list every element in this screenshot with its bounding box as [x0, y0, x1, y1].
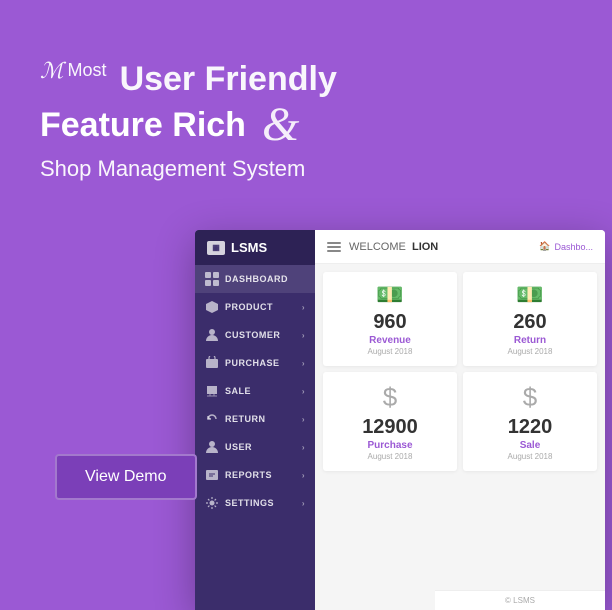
- dashboard-mockup: ▦ LSMS DASHBOARD PRODUCT ›: [195, 230, 605, 610]
- stat-card-return: 💵 260 Return August 2018: [463, 272, 597, 366]
- sidebar-user-label: USER: [225, 442, 252, 452]
- sidebar-item-user[interactable]: USER ›: [195, 433, 315, 461]
- purchase-chevron: ›: [302, 359, 305, 368]
- sidebar-item-return[interactable]: RETURN ›: [195, 405, 315, 433]
- revenue-label: Revenue: [369, 335, 411, 346]
- main-content: WELCOME LION 🏠 Dashbo... 💵 960 Revenue A…: [315, 230, 605, 610]
- purchase-icon: $: [383, 382, 397, 413]
- sidebar-settings-label: SETTINGS: [225, 498, 274, 508]
- hero-line2: Feature Rich &: [40, 99, 337, 152]
- sidebar-customer-label: CUSTOMER: [225, 330, 280, 340]
- return-date: August 2018: [508, 347, 553, 356]
- sidebar-item-dashboard[interactable]: DASHBOARD: [195, 265, 315, 293]
- hero-subtitle: Shop Management System: [40, 156, 337, 182]
- revenue-number: 960: [373, 312, 406, 332]
- sidebar-reports-label: REPORTS: [225, 470, 272, 480]
- hamburger-icon[interactable]: [327, 242, 341, 252]
- product-chevron: ›: [302, 303, 305, 312]
- sale-chevron: ›: [302, 387, 305, 396]
- logo-icon: ▦: [207, 241, 225, 255]
- mockup-sidebar: ▦ LSMS DASHBOARD PRODUCT ›: [195, 230, 315, 610]
- sidebar-logo: ▦ LSMS: [195, 230, 315, 265]
- hero-content: ℳ Most User Friendly Feature Rich & Shop…: [40, 60, 337, 182]
- revenue-icon: 💵: [376, 282, 403, 308]
- hero-most-line: ℳ Most User Friendly: [40, 60, 337, 99]
- sidebar-product-label: PRODUCT: [225, 302, 273, 312]
- hero-feature-rich: Feature Rich: [40, 107, 246, 144]
- return-chevron: ›: [302, 415, 305, 424]
- sale-number: 1220: [508, 417, 553, 437]
- script-m: ℳ: [40, 60, 64, 82]
- reports-chevron: ›: [302, 471, 305, 480]
- stat-card-purchase: $ 12900 Purchase August 2018: [323, 372, 457, 471]
- dashboard-link[interactable]: Dashbo...: [554, 242, 593, 252]
- sale-date: August 2018: [508, 452, 553, 461]
- sidebar-item-settings[interactable]: SETTINGS ›: [195, 489, 315, 517]
- footer-copyright: © LSMS: [505, 596, 535, 605]
- topbar-left: WELCOME LION: [327, 241, 438, 253]
- topbar: WELCOME LION 🏠 Dashbo...: [315, 230, 605, 264]
- return-icon: 💵: [516, 282, 543, 308]
- customer-chevron: ›: [302, 331, 305, 340]
- user-chevron: ›: [302, 443, 305, 452]
- sidebar-purchase-label: PURCHASE: [225, 358, 280, 368]
- welcome-prefix: WELCOME: [349, 241, 406, 253]
- stat-card-revenue: 💵 960 Revenue August 2018: [323, 272, 457, 366]
- sidebar-return-label: RETURN: [225, 414, 266, 424]
- hero-most-text: Most: [68, 60, 107, 81]
- welcome-text: WELCOME LION: [349, 241, 438, 253]
- purchase-date: August 2018: [368, 452, 413, 461]
- purchase-number: 12900: [362, 417, 418, 437]
- sidebar-item-customer[interactable]: CUSTOMER ›: [195, 321, 315, 349]
- sidebar-sale-label: SALE: [225, 386, 251, 396]
- sidebar-item-product[interactable]: PRODUCT ›: [195, 293, 315, 321]
- settings-chevron: ›: [302, 499, 305, 508]
- revenue-date: August 2018: [368, 347, 413, 356]
- mockup-footer: © LSMS: [435, 590, 605, 610]
- ampersand-icon: &: [262, 99, 299, 152]
- logo-text: LSMS: [231, 240, 267, 255]
- home-icon: 🏠: [539, 241, 550, 252]
- sale-label: Sale: [520, 440, 541, 451]
- topbar-right: 🏠 Dashbo...: [539, 241, 593, 252]
- return-number: 260: [513, 312, 546, 332]
- sidebar-dashboard-label: DASHBOARD: [225, 274, 288, 284]
- view-demo-button[interactable]: View Demo: [55, 454, 197, 500]
- sidebar-item-sale[interactable]: SALE ›: [195, 377, 315, 405]
- stats-grid: 💵 960 Revenue August 2018 💵 260 Return A…: [315, 264, 605, 479]
- sidebar-item-reports[interactable]: REPORTS ›: [195, 461, 315, 489]
- sidebar-item-purchase[interactable]: PURCHASE ›: [195, 349, 315, 377]
- return-label: Return: [514, 335, 546, 346]
- welcome-name: LION: [412, 241, 438, 253]
- stat-card-sale: $ 1220 Sale August 2018: [463, 372, 597, 471]
- purchase-label: Purchase: [367, 440, 412, 451]
- sale-icon: $: [523, 382, 537, 413]
- hero-title-line1: User Friendly: [120, 60, 337, 99]
